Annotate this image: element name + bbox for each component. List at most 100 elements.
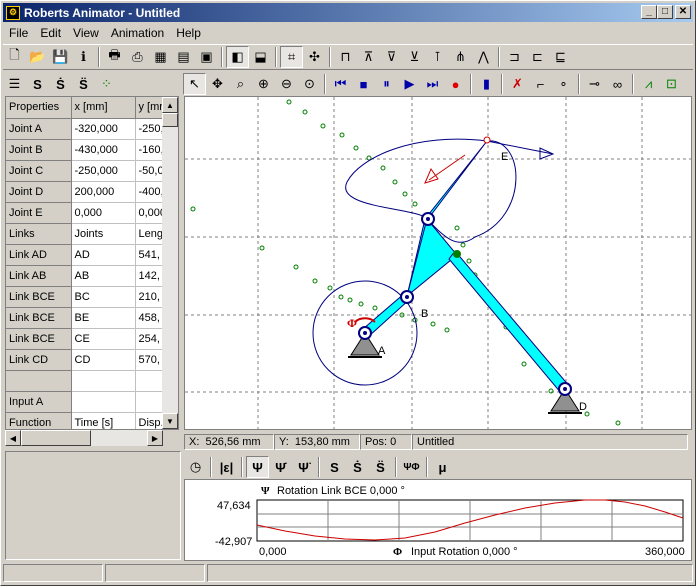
new-file-icon[interactable]: 🗋 xyxy=(3,46,26,68)
x-coordinate: X: 526,56 mm xyxy=(184,433,274,450)
pointer-icon[interactable]: ↖ xyxy=(183,73,206,95)
clock-icon[interactable]: ◷ xyxy=(184,456,207,478)
snap-icon[interactable]: ✣ xyxy=(303,46,326,68)
menu-view[interactable]: View xyxy=(67,26,105,40)
save-icon[interactable]: 💾 xyxy=(49,46,72,68)
s-ddot-icon[interactable]: S̈ xyxy=(369,456,392,478)
table-row[interactable]: Link AD AD 541, xyxy=(6,244,168,266)
grid-horizontal-scrollbar[interactable]: ◀ ▶ xyxy=(5,430,163,446)
zoom-window-icon[interactable]: ⌕ xyxy=(229,73,252,95)
menu-help[interactable]: Help xyxy=(170,26,207,40)
export-video-icon[interactable]: ▣ xyxy=(195,46,218,68)
point-icon[interactable]: ∘ xyxy=(552,73,575,95)
app-icon: ⚙ xyxy=(6,5,20,20)
scroll-up-icon[interactable]: ▲ xyxy=(162,97,178,113)
drawing-toolbar: ↖ ✥ ⌕ ⊕ ⊖ ⊙ ⏮ ■ ⏸ ▶ ⏭ ● ▮ ✗ ⌐ ∘ ⊸ ∞ ⩘ ⊡ xyxy=(183,72,693,96)
delete-joint-icon[interactable]: ✗ xyxy=(506,73,529,95)
mechanism-5-icon[interactable]: ⊺ xyxy=(426,46,449,68)
mechanism-canvas[interactable]: Φ A B D E xyxy=(184,96,692,430)
open-folder-icon[interactable]: 📂 xyxy=(26,46,49,68)
mechanism-4-icon[interactable]: ⊻ xyxy=(403,46,426,68)
file-name-status: Untitled xyxy=(412,433,688,450)
print-icon[interactable]: 🖶 xyxy=(103,46,126,68)
table-icon[interactable]: ☰ xyxy=(3,73,26,95)
mechanism-7-icon[interactable]: ⋀ xyxy=(472,46,495,68)
psi-phi-icon[interactable]: ΨΦ xyxy=(400,456,423,478)
mechanism-1-icon[interactable]: ⊓ xyxy=(334,46,357,68)
table-row[interactable] xyxy=(6,370,168,392)
path-icon[interactable]: ⩘ xyxy=(637,73,660,95)
table-row[interactable]: Joint D 200,000 -400, xyxy=(6,181,168,203)
joint-e[interactable] xyxy=(483,136,491,144)
minimize-button[interactable]: _ xyxy=(641,5,657,19)
psi-ddot-icon[interactable]: Ψ̈ xyxy=(292,456,315,478)
grid-vertical-scrollbar[interactable]: ▲ ▼ xyxy=(162,97,178,429)
mechanism-10-icon[interactable]: ⊑ xyxy=(549,46,572,68)
table-row[interactable]: Link CD CD 570, xyxy=(6,349,168,371)
table-row[interactable]: Joint A -320,000 -250, xyxy=(6,118,168,140)
mechanism-8-icon[interactable]: ⊐ xyxy=(503,46,526,68)
joint-c[interactable] xyxy=(453,250,461,258)
path-dots-icon[interactable]: ⁘ xyxy=(95,73,118,95)
rewind-icon[interactable]: ⏮ xyxy=(329,73,352,95)
info-icon[interactable]: ℹ xyxy=(72,46,95,68)
scroll-right-icon[interactable]: ▶ xyxy=(147,430,163,446)
close-button[interactable]: ✕ xyxy=(675,5,691,19)
export-image-icon[interactable]: ▦ xyxy=(149,46,172,68)
move-icon[interactable]: ✥ xyxy=(206,73,229,95)
layout-left-icon[interactable]: ◧ xyxy=(226,46,249,68)
epsilon-icon[interactable]: |ε| xyxy=(215,456,238,478)
table-row[interactable]: Input A xyxy=(6,391,168,413)
table-row[interactable]: Links Joints Leng xyxy=(6,223,168,245)
link-tool-icon[interactable]: ▮ xyxy=(475,73,498,95)
zoom-fit-icon[interactable]: ⊙ xyxy=(298,73,321,95)
hscroll-thumb[interactable] xyxy=(21,430,91,446)
play-icon[interactable]: ▶ xyxy=(398,73,421,95)
psi-icon[interactable]: Ψ xyxy=(246,456,269,478)
layout-bottom-icon[interactable]: ⬓ xyxy=(249,46,272,68)
forward-icon[interactable]: ⏭ xyxy=(421,73,444,95)
scroll-left-icon[interactable]: ◀ xyxy=(5,430,21,446)
table-row[interactable]: Function Time [s] Disp. xyxy=(6,412,168,429)
mechanism-3-icon[interactable]: ⊽ xyxy=(380,46,403,68)
velocity-icon[interactable]: Ṡ xyxy=(49,73,72,95)
menu-bar: File Edit View Animation Help xyxy=(3,23,207,42)
displacement-icon[interactable]: S xyxy=(26,73,49,95)
menu-edit[interactable]: Edit xyxy=(34,26,67,40)
scroll-thumb[interactable] xyxy=(162,113,178,127)
mu-icon[interactable]: μ xyxy=(431,456,454,478)
s-icon[interactable]: S xyxy=(323,456,346,478)
export-data-icon[interactable]: ▤ xyxy=(172,46,195,68)
select-all-icon[interactable]: ⊡ xyxy=(660,73,683,95)
s-dot-icon[interactable]: Ṡ xyxy=(346,456,369,478)
mechanism-6-icon[interactable]: ⋔ xyxy=(449,46,472,68)
mechanism-9-icon[interactable]: ⊏ xyxy=(526,46,549,68)
zoom-in-icon[interactable]: ⊕ xyxy=(252,73,275,95)
link-cd[interactable] xyxy=(448,250,571,394)
table-row[interactable]: Link BCE CE 254, xyxy=(6,328,168,350)
table-row[interactable]: Joint B -430,000 -160, xyxy=(6,139,168,161)
stop-icon[interactable]: ■ xyxy=(352,73,375,95)
print-setup-icon[interactable]: ⎙ xyxy=(126,46,149,68)
table-row[interactable]: Joint E 0,000 0,000 xyxy=(6,202,168,224)
bend-link-icon[interactable]: ⌐ xyxy=(529,73,552,95)
table-row[interactable]: Link AB AB 142, xyxy=(6,265,168,287)
table-row[interactable]: Link BCE BE 458, xyxy=(6,307,168,329)
scroll-down-icon[interactable]: ▼ xyxy=(162,413,178,429)
maximize-button[interactable]: □ xyxy=(657,5,673,19)
table-row[interactable]: Link BCE BC 210, xyxy=(6,286,168,308)
table-row[interactable]: Joint C -250,000 -50,0 xyxy=(6,160,168,182)
zoom-out-icon[interactable]: ⊖ xyxy=(275,73,298,95)
mechanism-2-icon[interactable]: ⊼ xyxy=(357,46,380,68)
joint-link-icon[interactable]: ⊸ xyxy=(583,73,606,95)
properties-grid[interactable]: Properties x [mm] y [mr Joint A -320,000-… xyxy=(5,96,179,430)
menu-file[interactable]: File xyxy=(3,26,34,40)
status-panel-1 xyxy=(3,564,103,582)
menu-animation[interactable]: Animation xyxy=(105,26,170,40)
record-icon[interactable]: ● xyxy=(444,73,467,95)
pause-icon[interactable]: ⏸ xyxy=(375,73,398,95)
grid-icon[interactable]: ⌗ xyxy=(280,46,303,68)
psi-dot-icon[interactable]: Ψ̇ xyxy=(269,456,292,478)
joint-pair-icon[interactable]: ∞ xyxy=(606,73,629,95)
acceleration-icon[interactable]: S̈ xyxy=(72,73,95,95)
